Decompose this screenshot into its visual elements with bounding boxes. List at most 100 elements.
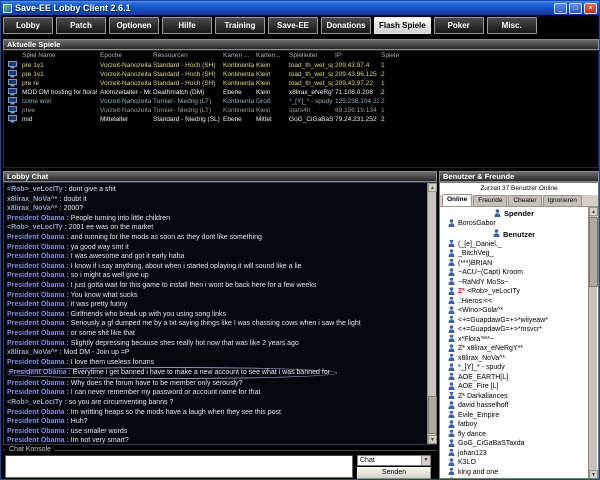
game-cell-karte2: Klein xyxy=(254,79,287,88)
channel-select-value: Chat xyxy=(360,457,375,464)
nav-tab-donations[interactable]: Donations xyxy=(321,17,371,34)
game-icon xyxy=(4,70,20,79)
user-list-item[interactable]: AOE_EARTH[L] xyxy=(440,373,588,383)
user-list-item[interactable]: king and one xyxy=(440,468,588,478)
user-icon xyxy=(448,240,455,250)
nav-tab-poker[interactable]: Poker xyxy=(434,17,484,34)
user-list-item[interactable]: .:Hieros:<< xyxy=(440,297,588,307)
user-list-item[interactable]: _BitchVeg_ xyxy=(440,249,588,259)
app-icon xyxy=(3,4,12,13)
user-tab-online[interactable]: Online xyxy=(442,194,472,206)
game-cell-ressourcen: Turnier- Niedrig (LT) xyxy=(151,106,221,115)
game-icon xyxy=(4,106,20,115)
game-row[interactable]: pre 1v1Vorzeit-NanozeitalterStandard - H… xyxy=(4,70,598,79)
user-list-item[interactable]: AOE_Fire [L] xyxy=(440,382,588,392)
chat-text: You know what sucks xyxy=(69,292,138,299)
user-list-item[interactable]: johan123 xyxy=(440,449,588,459)
game-row[interactable]: pre 1v1Vorzeit-NanozeitalterStandard - H… xyxy=(4,61,598,70)
userlist-scrollbar[interactable]: ▲ ▼ xyxy=(588,207,597,479)
game-row[interactable]: come wonVorzeit-NanozeitalterTurnier- Ni… xyxy=(4,97,598,106)
user-list-item[interactable]: Z*<Rob>_veLocITy xyxy=(440,287,588,297)
user-tab-freunde[interactable]: Freunde xyxy=(473,195,507,206)
chat-message: President Obama : I know if i say anythi… xyxy=(7,262,424,272)
nav-tab-misc-[interactable]: Misc. xyxy=(487,17,537,34)
game-cell-spieler: 2 xyxy=(379,115,399,124)
chat-input[interactable] xyxy=(5,455,353,478)
chat-username: President Obama : xyxy=(7,330,69,337)
chat-scroll-thumb[interactable] xyxy=(428,396,437,434)
nav-tab-patch[interactable]: Patch xyxy=(56,17,106,34)
game-cell-name: MOD DM hosting for flora!!! xyxy=(20,88,98,97)
user-list-item[interactable]: (***)BRIAN xyxy=(440,259,588,269)
admin-badge: Z* xyxy=(458,288,465,295)
chat-message: President Obama : Seriously a gf dumped … xyxy=(7,319,424,329)
user-name: (***)BRIAN xyxy=(458,260,492,267)
user-list-item[interactable]: <+=GuapdawG=+>*wilyeaw* xyxy=(440,316,588,326)
user-list-item[interactable]: labiata xyxy=(440,477,588,478)
user-list-item[interactable]: *_[Y]_* - spudy xyxy=(440,363,588,373)
user-list-item[interactable]: Evile_Empire xyxy=(440,411,588,421)
game-cell-spieler: 1 xyxy=(379,79,399,88)
user-list-item[interactable]: Z*x8lirax_eNeRgY** xyxy=(440,344,588,354)
send-button[interactable]: Senden xyxy=(357,467,431,479)
nav-tab-lobby[interactable]: Lobby xyxy=(3,17,53,34)
user-icon xyxy=(448,458,455,468)
chat-text: Im writting heaps so the mods have a lau… xyxy=(69,409,281,416)
game-cell-spielleiter: toad_th_wet_sprkt xyxy=(287,70,333,79)
nav-tab-hilfe[interactable]: Hilfe xyxy=(162,17,212,34)
chat-panel-header: Lobby Chat xyxy=(3,171,437,182)
user-name: david hasselhoff xyxy=(458,402,508,409)
chevron-down-icon[interactable]: ▼ xyxy=(421,456,430,465)
scroll-up-icon[interactable]: ▲ xyxy=(428,183,437,192)
chat-username: President Obama : xyxy=(7,428,69,435)
scroll-down-icon[interactable]: ▼ xyxy=(589,470,598,479)
user-list-item[interactable]: <Wino>Gola^* xyxy=(440,306,588,316)
nav-tab-flash-spiele[interactable]: Flash Spiele xyxy=(374,17,431,34)
game-row[interactable]: preeVorzeit-NanozeitalterTurnier- Niedri… xyxy=(4,106,598,115)
user-list-item[interactable]: <+=GuapdawG=+>*msvcr* xyxy=(440,325,588,335)
user-list-item[interactable]: BorosGabor xyxy=(440,219,588,229)
user-icon xyxy=(448,344,455,354)
user-list-item[interactable]: GoG_CiGaBaSTaxda xyxy=(440,439,588,449)
maximize-button[interactable]: □ xyxy=(569,3,582,14)
user-list-item[interactable]: fatboy xyxy=(440,420,588,430)
minimize-button[interactable]: _ xyxy=(554,3,567,14)
chat-message: President Obama : Girlfriends who break … xyxy=(7,310,424,320)
close-button[interactable]: × xyxy=(584,3,597,14)
game-row[interactable]: MOD DM hosting for flora!!!Atomzeitalter… xyxy=(4,88,598,97)
nav-tab-training[interactable]: Training xyxy=(215,17,265,34)
user-list-item[interactable]: Z*Darkaliances xyxy=(440,392,588,402)
user-list-item[interactable]: ~RaNdY MoSs~ xyxy=(440,278,588,288)
scroll-down-icon[interactable]: ▼ xyxy=(428,435,437,444)
chat-scrollbar[interactable]: ▲ ▼ xyxy=(427,183,436,444)
game-cell-ip: 69.156.19.134 xyxy=(333,106,379,115)
user-tab-ignorieren[interactable]: Ignorieren xyxy=(543,195,582,206)
nav-tab-save-ee[interactable]: Save-EE xyxy=(268,17,318,34)
games-col-header: Epoche xyxy=(98,51,151,61)
channel-select[interactable]: Chat ▼ xyxy=(357,455,431,466)
user-name: fly dance xyxy=(458,431,486,438)
userlist-scroll-thumb[interactable] xyxy=(589,217,598,287)
game-cell-karte1: Kontinental xyxy=(221,97,254,106)
user-list-item[interactable]: david hasselhoff xyxy=(440,401,588,411)
user-icon xyxy=(448,401,455,411)
game-cell-karte1: Ebene xyxy=(221,115,254,124)
user-list-item[interactable]: fly dance xyxy=(440,430,588,440)
scroll-up-icon[interactable]: ▲ xyxy=(589,207,598,216)
user-list-item[interactable]: ~ACU~(Capt) Kroom xyxy=(440,268,588,278)
user-name: <Wino>Gola^* xyxy=(458,307,503,314)
game-row[interactable]: midMittelalterStandard - Niedrig (SL)Ebe… xyxy=(4,115,598,124)
chat-text: ya good way smt it xyxy=(69,244,129,251)
game-cell-ressourcen: Standard - Hoch (SH) xyxy=(151,61,221,70)
game-cell-ip: 79.24.231.252 xyxy=(333,115,379,124)
titlebar[interactable]: Save-EE Lobby Client 2.6.1 _ □ × xyxy=(1,1,599,15)
game-row[interactable]: pre reVorzeit-NanozeitalterStandard - Ho… xyxy=(4,79,598,88)
user-tab-cheater[interactable]: Cheater xyxy=(508,195,541,206)
user-list-item[interactable]: (_[e]_Daniel._ xyxy=(440,240,588,250)
user-list-item[interactable]: K3LO xyxy=(440,458,588,468)
user-list-item[interactable]: x*Flora™*~ xyxy=(440,335,588,345)
game-cell-epoche: Vorzeit-Nanozeitalter xyxy=(98,61,151,70)
user-list-item[interactable]: x8lirax_NoVa^* xyxy=(440,354,588,364)
game-cell-epoche: Vorzeit-Nanozeitalter xyxy=(98,106,151,115)
nav-tab-optionen[interactable]: Optionen xyxy=(109,17,159,34)
